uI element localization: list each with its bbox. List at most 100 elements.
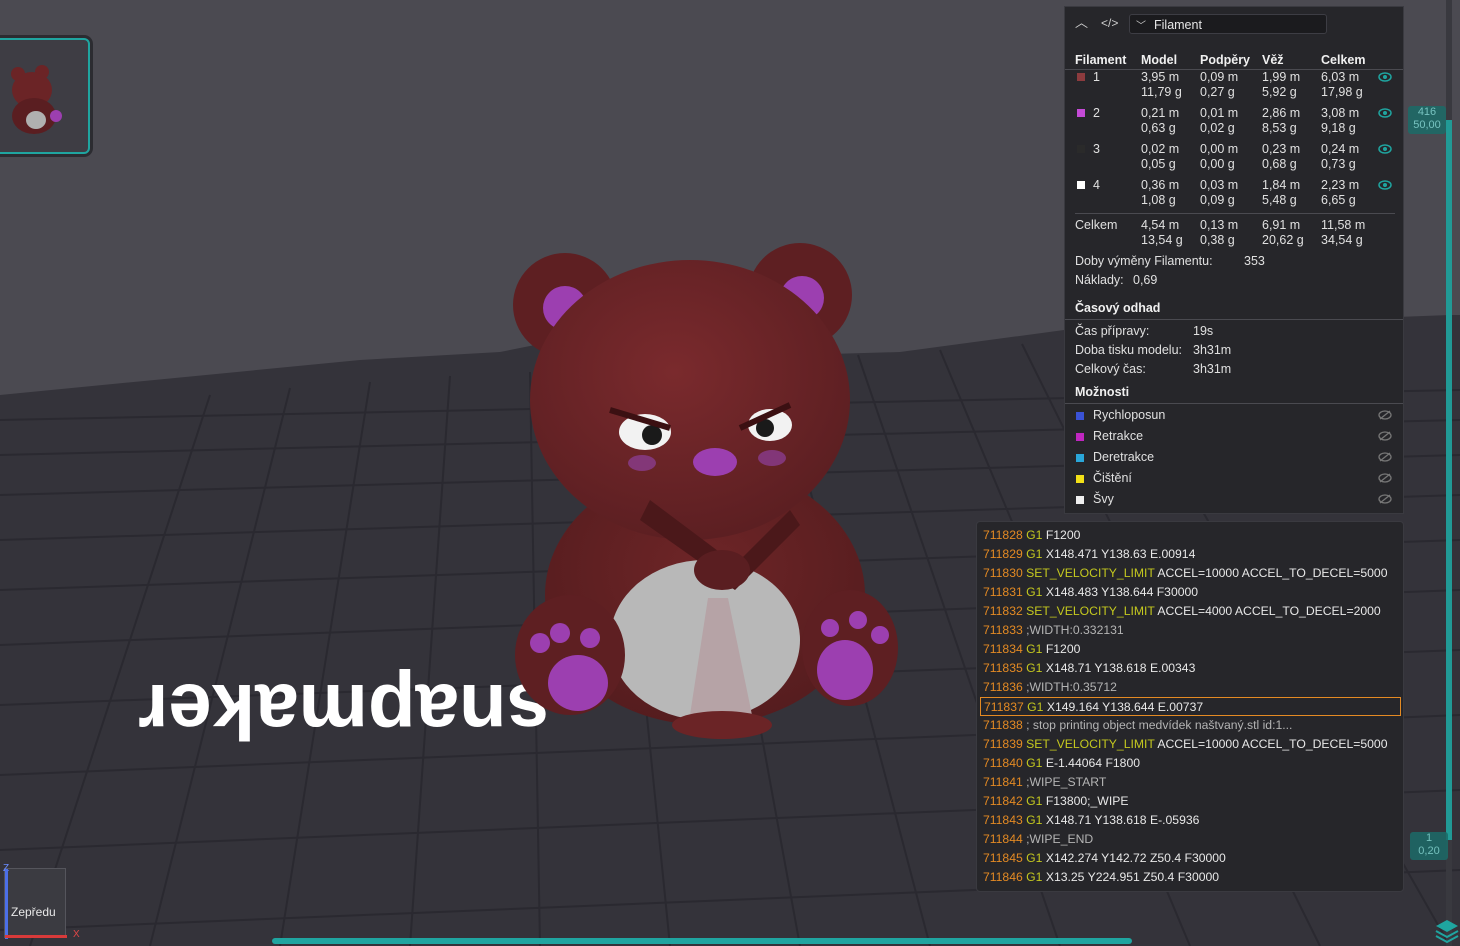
supports-length: 0,09 m — [1200, 70, 1239, 84]
gcode-line[interactable]: 711838 ; stop printing object medvídek n… — [983, 716, 1397, 735]
gcode-params: X148.71 Y138.618 E.00343 — [1045, 661, 1196, 675]
gcode-line-number: 711833 — [983, 623, 1023, 637]
gcode-line-number: 711846 — [983, 870, 1023, 884]
layer-bottom-handle[interactable]: 1 0,20 — [1410, 832, 1448, 860]
total-weight: 34,54 g — [1321, 233, 1363, 247]
gcode-line-number: 711837 — [984, 700, 1024, 714]
eye-icon[interactable] — [1378, 108, 1392, 118]
total-length: 11,58 m — [1321, 218, 1366, 232]
model-weight: 11,79 g — [1141, 85, 1182, 99]
divider — [1065, 319, 1403, 320]
tower-length: 1,99 m — [1262, 70, 1301, 84]
gcode-line-number: 711838 — [983, 718, 1023, 732]
gcode-line[interactable]: 711841 ;WIPE_START — [983, 773, 1397, 792]
layer-bottom-height: 0,20 — [1418, 845, 1440, 857]
gcode-params: X148.71 Y138.618 E-.05936 — [1045, 813, 1200, 827]
tower-length: 6,91 m — [1262, 218, 1301, 232]
gcode-line-number: 711840 — [983, 756, 1023, 770]
gcode-line[interactable]: 711830 SET_VELOCITY_LIMIT ACCEL=10000 AC… — [983, 564, 1397, 583]
supports-weight: 0,02 g — [1200, 121, 1235, 135]
gcode-params: ACCEL=10000 ACCEL_TO_DECEL=5000 — [1157, 566, 1388, 580]
eye-hidden-icon[interactable] — [1378, 410, 1392, 420]
gcode-line[interactable]: 711839 SET_VELOCITY_LIMIT ACCEL=10000 AC… — [983, 735, 1397, 754]
layers-icon[interactable] — [1434, 918, 1460, 946]
gcode-line[interactable]: 711834 G1 F1200 — [983, 640, 1397, 659]
filament-id: 4 — [1093, 178, 1100, 192]
eye-hidden-icon[interactable] — [1378, 452, 1392, 462]
total-length: 0,24 m — [1321, 142, 1360, 156]
gcode-line-number: 711829 — [983, 547, 1023, 561]
gcode-command: G1 — [1026, 661, 1043, 675]
option-label: Čištění — [1093, 471, 1132, 485]
option-label: Švy — [1093, 492, 1114, 506]
gcode-line[interactable]: 711836 ;WIDTH:0.35712 — [983, 678, 1397, 697]
filament-changes-label: Doby výměny Filamentu: — [1075, 254, 1213, 268]
eye-icon[interactable] — [1378, 144, 1392, 154]
total-weight: 9,18 g — [1321, 121, 1356, 135]
supports-length: 0,03 m — [1200, 178, 1239, 192]
gcode-command: G1 — [1026, 851, 1043, 865]
total-length: 6,03 m — [1321, 70, 1360, 84]
code-icon[interactable]: </> — [1101, 16, 1118, 30]
gcode-line[interactable]: 711840 G1 E-1.44064 F1800 — [983, 754, 1397, 773]
tower-weight: 5,92 g — [1262, 85, 1297, 99]
model-weight: 0,63 g — [1141, 121, 1176, 135]
gcode-line-number: 711831 — [983, 585, 1023, 599]
gcode-line[interactable]: 711842 G1 F13800;_WIPE — [983, 792, 1397, 811]
col-header-model: Model — [1141, 53, 1178, 67]
gcode-line[interactable]: 711828 G1 F1200 — [983, 526, 1397, 545]
bed-logo-text: snapmaker — [138, 668, 550, 756]
gcode-line[interactable]: 711844 ;WIPE_END — [983, 830, 1397, 849]
supports-length: 0,13 m — [1200, 218, 1239, 232]
bear-thumbnail-icon — [11, 65, 62, 134]
gcode-line-number: 711843 — [983, 813, 1023, 827]
eye-hidden-icon[interactable] — [1378, 431, 1392, 441]
gcode-params: X142.274 Y142.72 Z50.4 F30000 — [1045, 851, 1226, 865]
tower-weight: 8,53 g — [1262, 121, 1297, 135]
view-cube[interactable]: Zepředu Z X — [3, 863, 80, 940]
gcode-line[interactable]: 711845 G1 X142.274 Y142.72 Z50.4 F30000 — [983, 849, 1397, 868]
eye-hidden-icon[interactable] — [1378, 494, 1392, 504]
view-type-select[interactable]: ﹀ Filament — [1129, 14, 1327, 34]
gcode-line-number: 711828 — [983, 528, 1023, 542]
col-header-total: Celkem — [1321, 53, 1366, 67]
eye-icon[interactable] — [1378, 180, 1392, 190]
gcode-command: SET_VELOCITY_LIMIT — [1026, 737, 1155, 751]
gcode-line-number: 711830 — [983, 566, 1023, 580]
gcode-line[interactable]: 711831 G1 X148.483 Y138.644 F30000 — [983, 583, 1397, 602]
gcode-params: F13800;_WIPE — [1045, 794, 1129, 808]
gcode-line[interactable]: 711835 G1 X148.71 Y138.618 E.00343 — [983, 659, 1397, 678]
gcode-line[interactable]: 711833 ;WIDTH:0.332131 — [983, 621, 1397, 640]
gcode-viewer[interactable]: 711828 G1 F1200 711829 G1 X148.471 Y138.6… — [976, 521, 1404, 892]
gcode-line[interactable]: 711829 G1 X148.471 Y138.63 E.00914 — [983, 545, 1397, 564]
move-slider[interactable] — [272, 938, 1132, 944]
time-estimate-title: Časový odhad — [1075, 301, 1161, 315]
collapse-icon[interactable]: ︿ — [1075, 16, 1088, 30]
gcode-line-number: 711832 — [983, 604, 1023, 618]
col-header-filament: Filament — [1075, 53, 1127, 67]
supports-weight: 0,27 g — [1200, 85, 1235, 99]
eye-hidden-icon[interactable] — [1378, 473, 1392, 483]
gcode-line[interactable]: 711843 G1 X148.71 Y138.618 E-.05936 — [983, 811, 1397, 830]
gcode-line-current[interactable]: 711837 G1 X149.164 Y138.644 E.00737 — [980, 697, 1401, 716]
layer-top-handle[interactable]: 416 50,00 — [1408, 106, 1446, 134]
gcode-line-number: 711835 — [983, 661, 1023, 675]
plate-thumbnail[interactable] — [0, 38, 90, 154]
options-title: Možnosti — [1075, 385, 1130, 399]
gcode-line-number: 711841 — [983, 775, 1023, 789]
gcode-line[interactable]: 711832 SET_VELOCITY_LIMIT ACCEL=4000 ACC… — [983, 602, 1397, 621]
model-length: 0,21 m — [1141, 106, 1180, 120]
model-length: 0,36 m — [1141, 178, 1180, 192]
gcode-command: G1 — [1026, 794, 1043, 808]
option-color-swatch — [1076, 433, 1084, 441]
gcode-line[interactable]: 711846 G1 X13.25 Y224.951 Z50.4 F30000 — [983, 868, 1397, 887]
filament-color-swatch — [1077, 145, 1085, 153]
tower-weight: 20,62 g — [1262, 233, 1304, 247]
layer-top-height: 50,00 — [1413, 119, 1441, 131]
option-label: Retrakce — [1093, 429, 1144, 443]
option-color-swatch — [1076, 412, 1084, 420]
time-label: Doba tisku modelu: — [1075, 343, 1183, 357]
eye-icon[interactable] — [1378, 72, 1392, 82]
option-color-swatch — [1076, 475, 1084, 483]
supports-weight: 0,38 g — [1200, 233, 1235, 247]
